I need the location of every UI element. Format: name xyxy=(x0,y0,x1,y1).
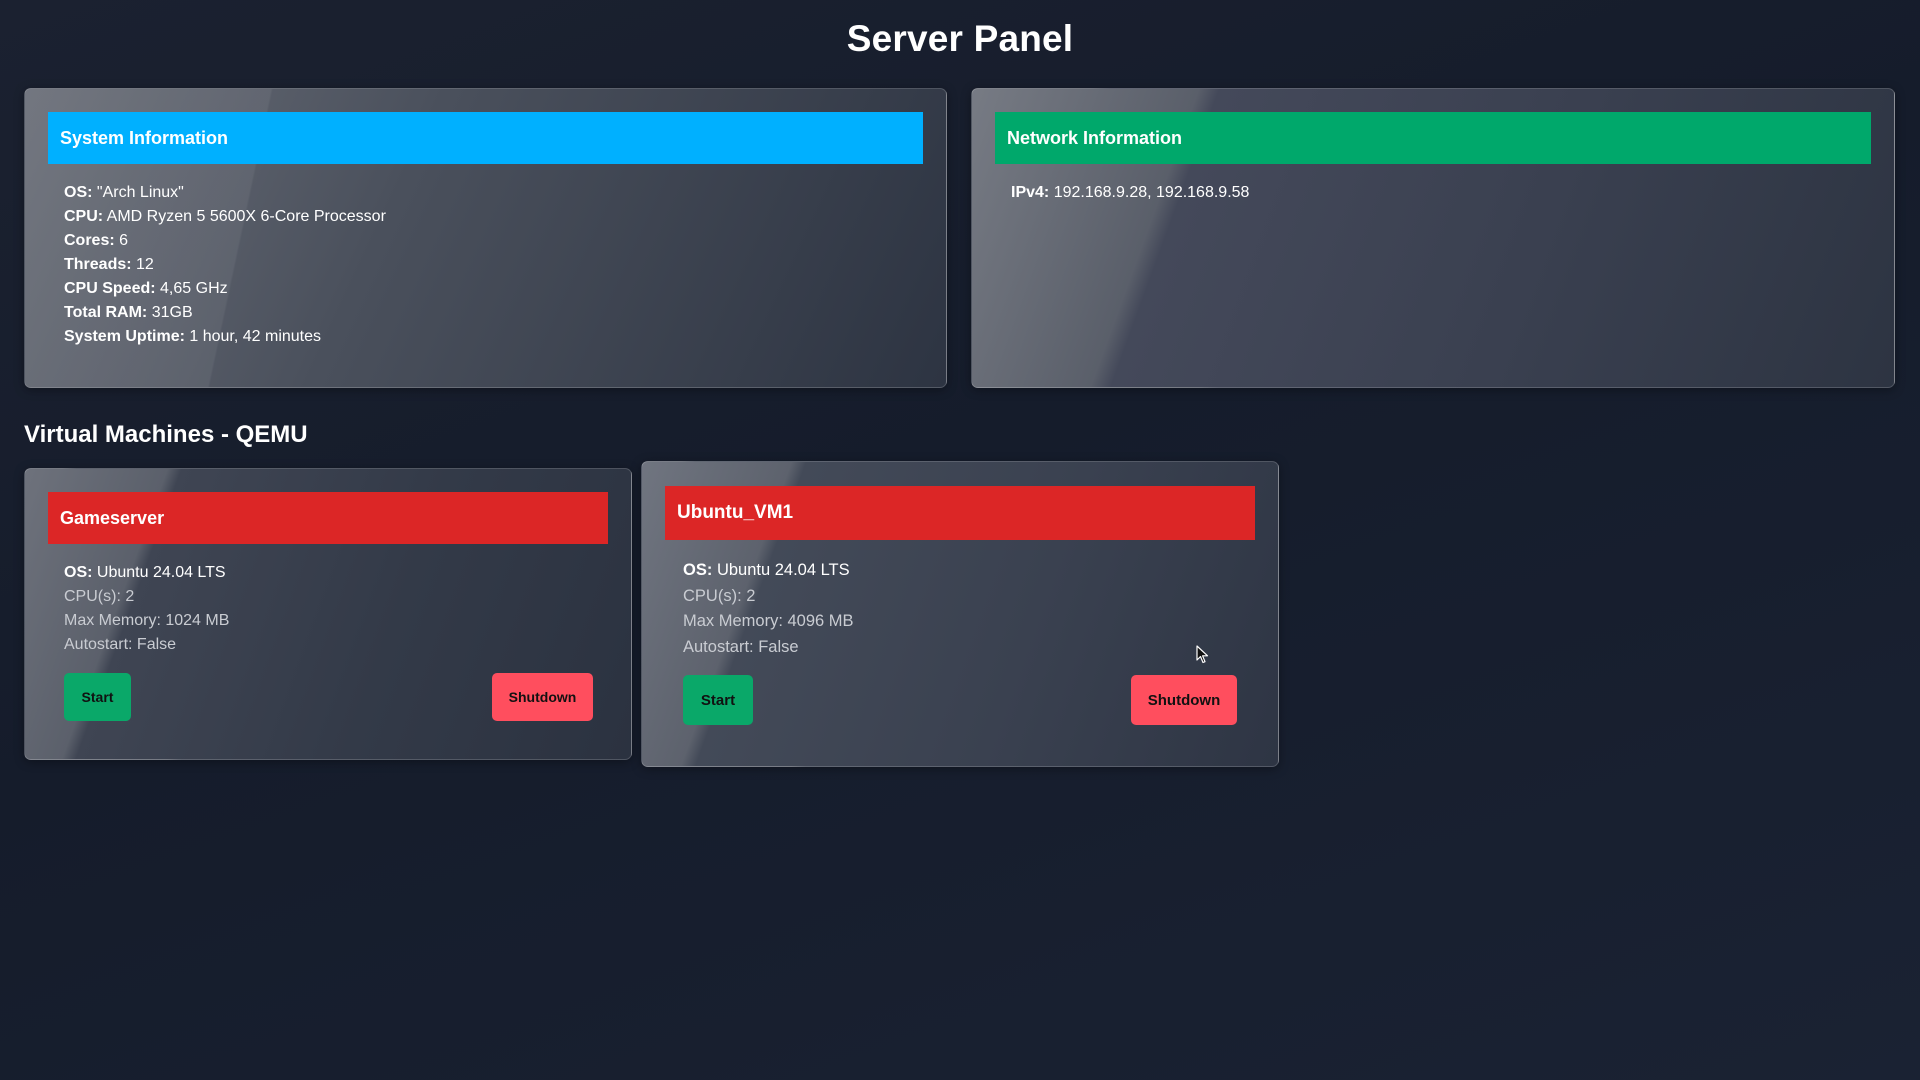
start-button[interactable]: Start xyxy=(683,675,753,725)
vm-max-memory: Max Memory: 1024 MB xyxy=(64,612,230,629)
mouse-pointer-icon xyxy=(1196,645,1209,664)
shutdown-button[interactable]: Shutdown xyxy=(492,673,593,721)
network-info-card: Network Information IPv4: 192.168.9.28, … xyxy=(971,88,1895,388)
system-row-threads: Threads: 12 xyxy=(64,256,154,273)
vm-autostart: Autostart: False xyxy=(683,637,799,656)
vm-cpus: CPU(s): 2 xyxy=(683,586,756,605)
vm-name: Gameserver xyxy=(60,507,165,528)
network-info-header: Network Information xyxy=(995,112,1871,164)
vm-details-ubuntu-vm1: OS: Ubuntu 24.04 LTS CPU(s): 2 Max Memor… xyxy=(683,558,854,660)
vm-autostart: Autostart: False xyxy=(64,636,177,653)
shutdown-button[interactable]: Shutdown xyxy=(1131,675,1237,725)
network-info-title: Network Information xyxy=(1007,127,1183,148)
vm-card-ubuntu-vm1: Ubuntu_VM1 OS: Ubuntu 24.04 LTS CPU(s): … xyxy=(641,461,1279,767)
system-row-uptime: System Uptime: 1 hour, 42 minutes xyxy=(64,328,322,345)
system-row-cores: Cores: 6 xyxy=(64,232,129,249)
network-row-ipv4: IPv4: 192.168.9.28, 192.168.9.58 xyxy=(1011,184,1250,201)
system-row-cpu: CPU: AMD Ryzen 5 5600X 6-Core Processor xyxy=(64,208,386,225)
vm-cpus: CPU(s): 2 xyxy=(64,588,135,605)
vm-section-title: Virtual Machines - QEMU xyxy=(24,421,308,448)
system-info-card: System Information OS: "Arch Linux" CPU:… xyxy=(24,88,947,388)
vm-details-gameserver: OS: Ubuntu 24.04 LTS CPU(s): 2 Max Memor… xyxy=(64,561,229,657)
system-row-cpu-speed: CPU Speed: 4,65 GHz xyxy=(64,280,228,297)
system-info-title: System Information xyxy=(60,127,229,148)
system-row-total-ram: Total RAM: 31GB xyxy=(64,304,193,321)
vm-os-row: OS: Ubuntu 24.04 LTS xyxy=(64,564,226,581)
system-info-body: OS: "Arch Linux" CPU: AMD Ryzen 5 5600X … xyxy=(64,181,386,349)
vm-os-row: OS: Ubuntu 24.04 LTS xyxy=(683,561,850,579)
page-title: Server Panel xyxy=(846,18,1074,59)
start-button[interactable]: Start xyxy=(64,673,131,721)
network-info-body: IPv4: 192.168.9.28, 192.168.9.58 xyxy=(1011,181,1249,205)
system-info-header: System Information xyxy=(48,112,923,164)
vm-card-gameserver: Gameserver OS: Ubuntu 24.04 LTS CPU(s): … xyxy=(24,468,632,760)
vm-header-ubuntu-vm1: Ubuntu_VM1 xyxy=(665,486,1255,540)
vm-header-gameserver: Gameserver xyxy=(48,492,608,544)
vm-name: Ubuntu_VM1 xyxy=(677,502,794,523)
vm-max-memory: Max Memory: 4096 MB xyxy=(683,612,854,630)
system-row-os: OS: "Arch Linux" xyxy=(64,184,184,201)
